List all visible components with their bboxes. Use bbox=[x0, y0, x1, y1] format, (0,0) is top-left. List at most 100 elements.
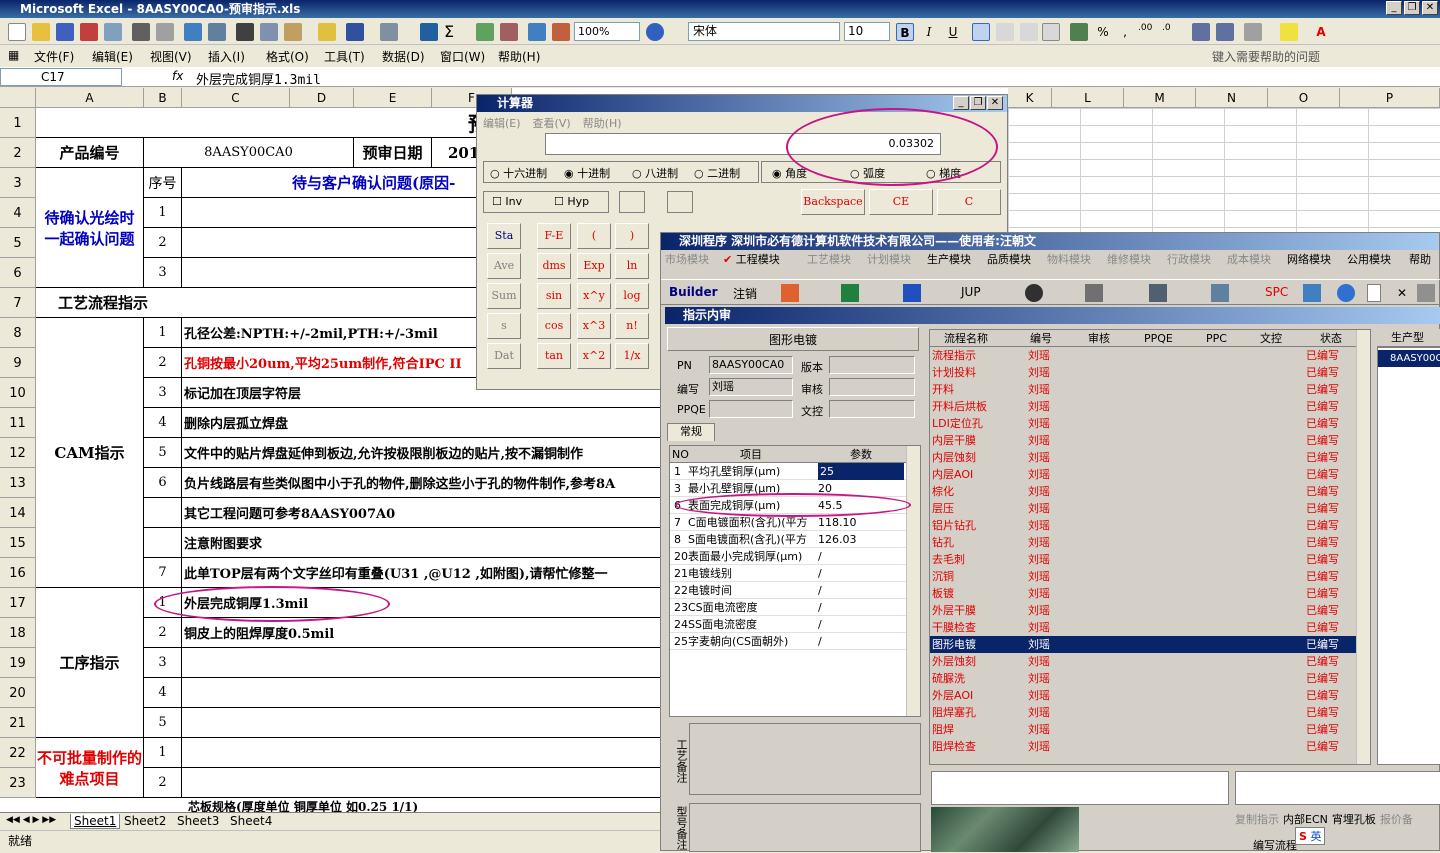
menu-window[interactable]: 窗口(W) bbox=[440, 48, 485, 65]
menu-edit[interactable]: 编辑(E) bbox=[92, 48, 133, 65]
calc-menu-edit[interactable]: 编辑(E) bbox=[483, 115, 521, 131]
percent-icon[interactable]: % bbox=[1094, 23, 1112, 41]
module-tab-active[interactable]: ✔ 工程模块 bbox=[723, 251, 780, 267]
module-tab[interactable]: 行政模块 bbox=[1167, 251, 1211, 267]
select-all-corner[interactable] bbox=[0, 88, 36, 108]
comma-icon[interactable]: , bbox=[1116, 23, 1134, 41]
row-header[interactable]: 19 bbox=[0, 648, 36, 678]
row-header[interactable]: 1 bbox=[0, 108, 36, 138]
chart-icon[interactable] bbox=[528, 23, 546, 41]
email-icon[interactable] bbox=[104, 23, 122, 41]
eye-icon[interactable] bbox=[1025, 284, 1043, 302]
row-header[interactable]: 7 bbox=[0, 288, 36, 318]
calc-menu-view[interactable]: 查看(V) bbox=[533, 115, 571, 131]
fx-icon[interactable]: fx bbox=[172, 69, 183, 83]
column-header[interactable]: P bbox=[1340, 88, 1440, 108]
cut-icon[interactable] bbox=[236, 23, 254, 41]
row-header[interactable]: 10 bbox=[0, 378, 36, 408]
close-icon[interactable]: ✕ bbox=[1393, 284, 1411, 302]
stat-button[interactable]: Sta bbox=[487, 223, 521, 249]
module-tab[interactable]: 帮助 bbox=[1409, 251, 1431, 267]
flow-row[interactable]: 开料后烘板 刘瑶 已编写 bbox=[930, 398, 1370, 415]
author-field[interactable]: 刘瑶 bbox=[709, 378, 793, 396]
logout-button[interactable]: 注销 bbox=[733, 285, 757, 302]
function-button[interactable]: cos bbox=[537, 313, 571, 339]
row-header[interactable]: 20 bbox=[0, 678, 36, 708]
column-header[interactable]: K bbox=[1008, 88, 1052, 108]
flow-row[interactable]: 内层蚀刻 刘瑶 已编写 bbox=[930, 449, 1370, 466]
flow-row[interactable]: 计划投料 刘瑶 已编写 bbox=[930, 364, 1370, 381]
open-icon[interactable] bbox=[32, 23, 50, 41]
backspace-button[interactable]: Backspace bbox=[801, 189, 865, 215]
cam-item-text[interactable]: 此单TOP层有两个文字丝印有重叠(U31 ,@U12 ,如附图),请帮忙修整一 bbox=[182, 558, 676, 588]
memo-field-2[interactable] bbox=[1235, 771, 1440, 805]
row-header[interactable]: 2 bbox=[0, 138, 36, 168]
module-tab[interactable]: 品质模块 bbox=[987, 251, 1031, 267]
row-header[interactable]: 3 bbox=[0, 168, 36, 198]
row-header[interactable]: 18 bbox=[0, 618, 36, 648]
sort-asc-icon[interactable] bbox=[476, 23, 494, 41]
param-row[interactable]: 20 表面最小完成铜厚(μm) / bbox=[670, 548, 920, 565]
difficult-cell[interactable] bbox=[182, 738, 676, 768]
radio-hex[interactable]: ○ 十六进制 bbox=[490, 165, 547, 181]
restore-icon[interactable]: ❐ bbox=[1404, 1, 1420, 15]
borders-icon[interactable] bbox=[1244, 23, 1262, 41]
font-color-icon[interactable]: A bbox=[1312, 23, 1330, 41]
module-tab[interactable]: 成本模块 bbox=[1227, 251, 1271, 267]
process-item-text[interactable] bbox=[182, 648, 676, 678]
param-row[interactable]: 1 平均孔壁铜厚(μm) 25 bbox=[670, 463, 920, 480]
row-header[interactable]: 16 bbox=[0, 558, 36, 588]
module-tab[interactable]: 物料模块 bbox=[1047, 251, 1091, 267]
research-icon[interactable] bbox=[208, 23, 226, 41]
font-size-select[interactable]: 10 bbox=[844, 22, 890, 41]
module-tab[interactable]: 公用模块 bbox=[1347, 251, 1391, 267]
c-button[interactable]: C bbox=[937, 189, 1001, 215]
param-row[interactable]: 8 S面电镀面积(含孔)(平方 126.03 bbox=[670, 531, 920, 548]
column-header[interactable]: A bbox=[36, 88, 144, 108]
formula-input[interactable]: 外层完成铜厚1.3mil bbox=[196, 69, 321, 88]
function-button[interactable]: 1/x bbox=[615, 343, 649, 369]
permission-icon[interactable] bbox=[80, 23, 98, 41]
menu-tools[interactable]: 工具(T) bbox=[324, 48, 365, 65]
word-icon[interactable] bbox=[903, 284, 921, 302]
column-header[interactable]: B bbox=[144, 88, 182, 108]
review-field[interactable] bbox=[829, 378, 915, 396]
sheet-tab[interactable]: Sheet3 bbox=[177, 814, 219, 828]
minimize-icon[interactable]: _ bbox=[953, 96, 969, 110]
tab-general[interactable]: 常规 bbox=[667, 423, 715, 441]
cam-item-text[interactable]: 其它工程问题可参考8AASY007A0 bbox=[182, 498, 676, 528]
ppt-icon[interactable] bbox=[781, 284, 799, 302]
flow-scrollbar[interactable] bbox=[1356, 330, 1370, 764]
menu-file[interactable]: 文件(F) bbox=[34, 48, 74, 65]
italic-button[interactable]: I bbox=[920, 23, 938, 41]
bold-button[interactable]: B bbox=[896, 23, 914, 41]
function-button[interactable]: x^3 bbox=[577, 313, 611, 339]
flow-row[interactable]: 开料 刘瑶 已编写 bbox=[930, 381, 1370, 398]
column-header[interactable]: M bbox=[1124, 88, 1196, 108]
increase-indent-icon[interactable] bbox=[1216, 23, 1234, 41]
increase-decimal-icon[interactable]: .00 bbox=[1138, 23, 1156, 41]
module-tab[interactable]: 网络模块 bbox=[1287, 251, 1331, 267]
menu-insert[interactable]: 插入(I) bbox=[208, 48, 245, 65]
restore-icon[interactable]: ❐ bbox=[970, 96, 986, 110]
row-header[interactable]: 21 bbox=[0, 708, 36, 738]
drawing-icon[interactable] bbox=[552, 23, 570, 41]
menu-data[interactable]: 数据(D) bbox=[382, 48, 425, 65]
function-button[interactable]: Exp bbox=[577, 253, 611, 279]
module-tab[interactable]: 维修模块 bbox=[1107, 251, 1151, 267]
doc-icon[interactable] bbox=[1367, 284, 1381, 302]
ce-button[interactable]: CE bbox=[869, 189, 933, 215]
cam-item-text[interactable]: 注意附图要求 bbox=[182, 528, 676, 558]
params-scrollbar[interactable] bbox=[906, 446, 920, 716]
printer-icon[interactable] bbox=[1211, 284, 1229, 302]
calc-menu-help[interactable]: 帮助(H) bbox=[583, 115, 622, 131]
radio-dec[interactable]: ◉ 十进制 bbox=[564, 165, 610, 181]
currency-icon[interactable] bbox=[1070, 23, 1088, 41]
autosum-icon[interactable]: Σ bbox=[444, 23, 462, 41]
param-row[interactable]: 21 电镀线别 / bbox=[670, 565, 920, 582]
paste-icon[interactable] bbox=[284, 23, 302, 41]
flow-row[interactable]: 板镀 刘瑶 已编写 bbox=[930, 585, 1370, 602]
radio-bin[interactable]: ○ 二进制 bbox=[694, 165, 740, 181]
sort-desc-icon[interactable] bbox=[500, 23, 518, 41]
stat-button[interactable]: Sum bbox=[487, 283, 521, 309]
